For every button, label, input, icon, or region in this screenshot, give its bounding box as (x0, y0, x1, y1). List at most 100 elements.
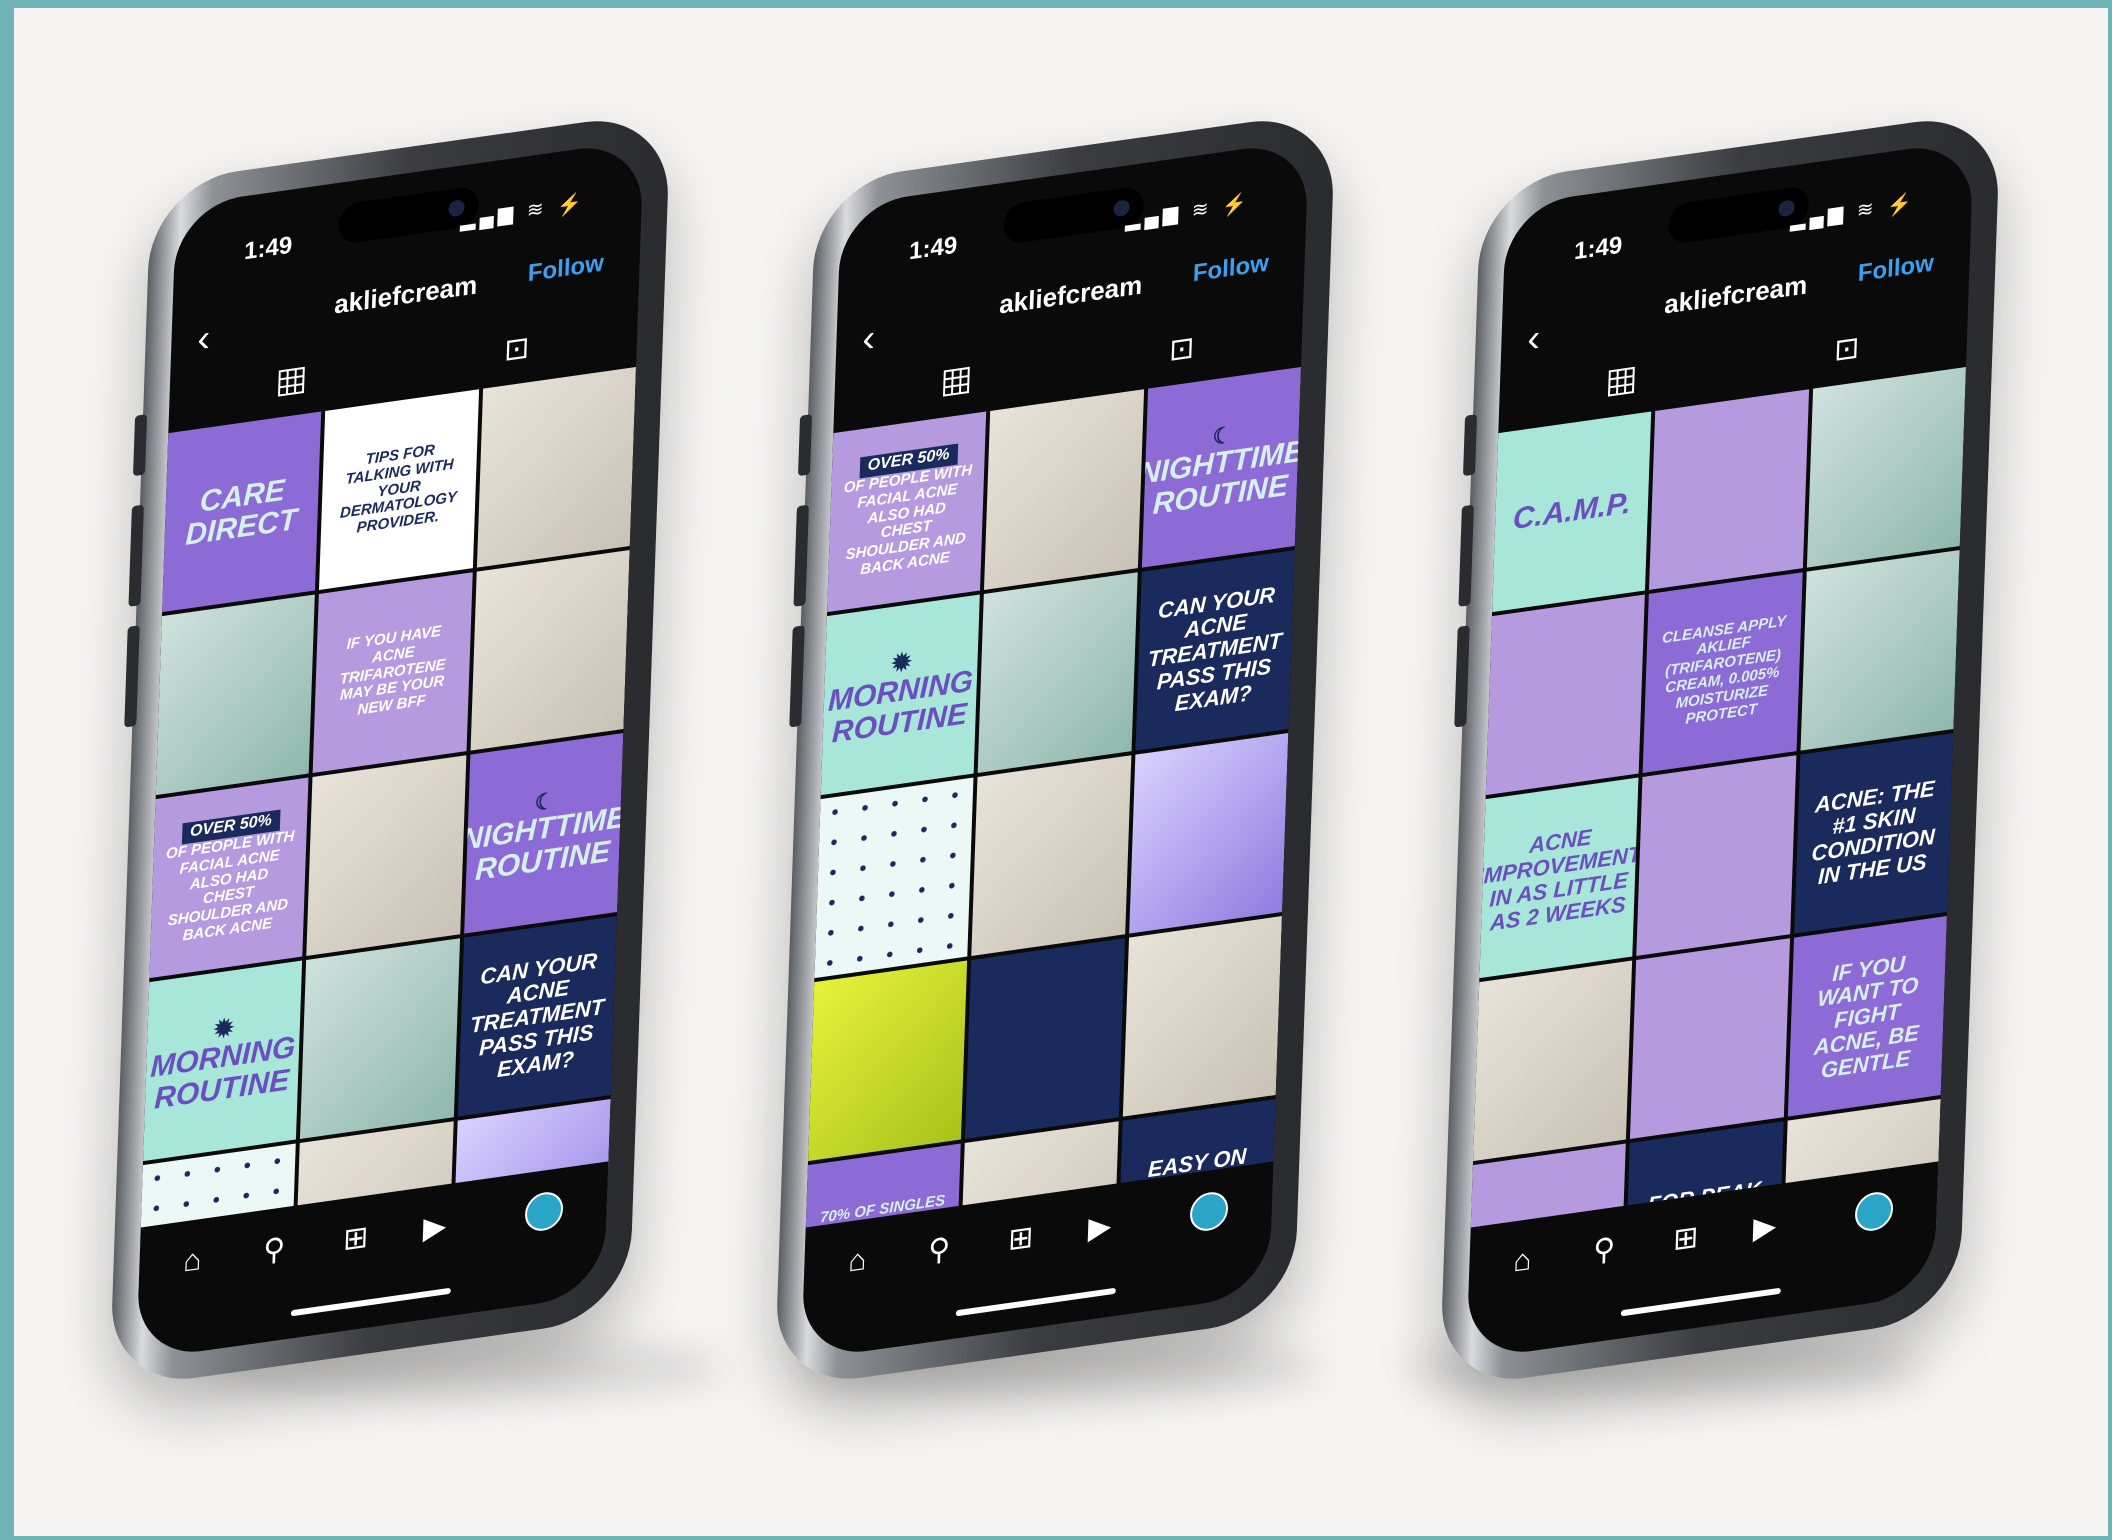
post-tile[interactable]: IF YOU HAVE ACNE TRIFAROTENE MAY BE YOUR… (312, 572, 473, 773)
phone-mockup: 1:49 ▂▄▆ ≋ ⚡ ‹ akliefcream Follow ⊡ C.A.M.P. CL… (1439, 109, 2001, 1391)
post-tile[interactable] (306, 755, 467, 956)
post-tile[interactable]: ACNE IMPROVEMENT IN AS LITTLE AS 2 WEEKS (1479, 777, 1639, 979)
phone-screen: 1:49 ▂▄▆ ≋ ⚡ ‹ akliefcream Follow ⊡ OVER 50% OF… (801, 139, 1309, 1361)
status-time: 1:49 (243, 231, 293, 266)
search-icon[interactable]: ⚲ (928, 1231, 951, 1269)
search-icon[interactable]: ⚲ (1593, 1231, 1616, 1269)
phone-screen: 1:49 ▂▄▆ ≋ ⚡ ‹ akliefcream Follow ⊡ C.A.M.P. CL… (1466, 139, 1974, 1361)
mute-switch (797, 414, 813, 477)
post-tile[interactable] (1800, 550, 1960, 751)
tile-caption: C.A.M.P. (1512, 486, 1632, 537)
tile-caption: ACNE: THE #1 SKIN CONDITION IN THE US (1811, 776, 1936, 890)
profile-avatar[interactable] (524, 1189, 564, 1234)
mute-switch (132, 414, 148, 477)
tile-caption: CAN YOUR ACNE TREATMENT PASS THIS EXAM? (469, 947, 605, 1082)
phone-mockup: 1:49 ▂▄▆ ≋ ⚡ ‹ akliefcream Follow ⊡ OVER 50% OF… (774, 109, 1336, 1391)
home-icon[interactable]: ⌂ (1513, 1243, 1532, 1280)
post-tile[interactable]: C.A.M.P. (1492, 411, 1652, 613)
tile-caption: CAN YOUR ACNE TREATMENT PASS THIS EXAM? (1147, 581, 1283, 716)
post-tile[interactable]: TIPS FOR TALKING WITH YOUR DERMATOLOGY P… (319, 389, 479, 590)
post-tile[interactable] (1128, 733, 1289, 934)
device: 1:49 ▂▄▆ ≋ ⚡ ‹ akliefcream Follow ⊡ CARE DIREC… (109, 109, 671, 1391)
phone-screen: 1:49 ▂▄▆ ≋ ⚡ ‹ akliefcream Follow ⊡ CARE DIREC… (136, 139, 644, 1361)
battery-icon: ⚡ (556, 191, 587, 219)
tile-caption: IF YOU WANT TO FIGHT ACNE, BE GENTLE (1813, 950, 1920, 1083)
device: 1:49 ▂▄▆ ≋ ⚡ ‹ akliefcream Follow ⊡ C.A.M.P. CL… (1439, 109, 2001, 1391)
battery-icon: ⚡ (1886, 191, 1917, 219)
post-tile[interactable]: CARE DIRECT (162, 411, 322, 613)
tile-caption: OF PEOPLE WITH FACIAL ACNE ALSO HAD CHES… (843, 461, 973, 579)
dynamic-island (1667, 185, 1810, 246)
post-tile[interactable]: ☾ NIGHTTIME ROUTINE (1141, 367, 1301, 568)
signal-icon: ▂▄▆ (1789, 201, 1848, 232)
post-tile[interactable]: ☾ NIGHTTIME ROUTINE (463, 733, 624, 934)
signal-icon: ▂▄▆ (459, 201, 518, 232)
home-icon[interactable]: ⌂ (848, 1243, 867, 1280)
post-tile[interactable] (1630, 938, 1790, 1139)
status-time: 1:49 (908, 231, 958, 266)
tile-caption: ACNE IMPROVEMENT IN AS LITTLE AS 2 WEEKS (1479, 824, 1639, 936)
post-tile[interactable] (977, 572, 1138, 773)
search-icon[interactable]: ⚲ (263, 1231, 286, 1269)
signal-icon: ▂▄▆ (1124, 201, 1183, 232)
post-tile[interactable]: ✹ MORNING ROUTINE (143, 960, 303, 1162)
phone-mockup: 1:49 ▂▄▆ ≋ ⚡ ‹ akliefcream Follow ⊡ CARE DIREC… (109, 109, 671, 1391)
home-icon[interactable]: ⌂ (183, 1243, 202, 1280)
status-icons: ▂▄▆ ≋ ⚡ (460, 190, 587, 233)
wifi-icon: ≋ (526, 197, 548, 223)
grid-tab-icon[interactable] (277, 366, 306, 398)
post-tile[interactable]: ACNE: THE #1 SKIN CONDITION IN THE US (1793, 733, 1954, 934)
tagged-tab-icon[interactable]: ⊡ (504, 330, 530, 369)
post-tile[interactable]: CLEANSE APPLY AKLIEF (TRIFAROTENE) CREAM… (1642, 572, 1803, 773)
tagged-tab-icon[interactable]: ⊡ (1169, 330, 1195, 369)
device: 1:49 ▂▄▆ ≋ ⚡ ‹ akliefcream Follow ⊡ OVER 50% OF… (774, 109, 1336, 1391)
post-tile[interactable] (984, 389, 1144, 590)
reels-icon[interactable]: ▶ (1752, 1208, 1777, 1246)
reels-icon[interactable]: ▶ (1087, 1208, 1112, 1246)
post-tile[interactable]: CAN YOUR ACNE TREATMENT PASS THIS EXAM? (457, 916, 617, 1117)
home-indicator (1620, 1287, 1781, 1317)
reels-icon[interactable]: ▶ (422, 1208, 447, 1246)
post-tile[interactable] (965, 938, 1125, 1139)
post-tile[interactable] (1473, 960, 1633, 1162)
tile-caption: IF YOU HAVE ACNE TRIFAROTENE MAY BE YOUR… (339, 622, 446, 719)
wifi-icon: ≋ (1856, 197, 1878, 223)
post-tile[interactable]: CAN YOUR ACNE TREATMENT PASS THIS EXAM? (1135, 550, 1295, 751)
profile-avatar[interactable] (1189, 1189, 1229, 1234)
post-tile[interactable] (476, 367, 636, 568)
tile-caption: TIPS FOR TALKING WITH YOUR DERMATOLOGY P… (339, 441, 458, 537)
post-tile[interactable]: ✹ MORNING ROUTINE (820, 594, 981, 796)
post-tile[interactable] (1485, 594, 1646, 796)
home-indicator (290, 1287, 451, 1317)
status-icons: ▂▄▆ ≋ ⚡ (1790, 190, 1917, 233)
post-tile[interactable] (808, 960, 968, 1162)
battery-icon: ⚡ (1221, 191, 1252, 219)
post-tile[interactable] (1649, 389, 1809, 590)
tile-caption: CARE DIRECT (184, 473, 298, 552)
grid-tab-icon[interactable] (942, 366, 971, 398)
grid-tab-icon[interactable] (1607, 366, 1636, 398)
add-post-icon[interactable]: ⊞ (1008, 1219, 1034, 1258)
post-tile[interactable] (300, 938, 460, 1139)
post-tile[interactable] (971, 755, 1132, 956)
post-tile[interactable] (470, 550, 630, 751)
post-tile[interactable] (1806, 367, 1966, 568)
post-tile[interactable] (1122, 916, 1282, 1117)
profile-avatar[interactable] (1854, 1189, 1894, 1234)
post-tile[interactable]: OVER 50% OF PEOPLE WITH FACIAL ACNE ALSO … (149, 777, 309, 979)
dynamic-island (337, 185, 480, 246)
tagged-tab-icon[interactable]: ⊡ (1834, 330, 1860, 369)
post-tile[interactable] (1636, 755, 1797, 956)
status-time: 1:49 (1573, 231, 1623, 266)
home-indicator (955, 1287, 1116, 1317)
tile-caption: CLEANSE APPLY AKLIEF (TRIFAROTENE) CREAM… (1661, 612, 1787, 728)
add-post-icon[interactable]: ⊞ (343, 1219, 369, 1258)
post-tile[interactable] (155, 594, 316, 796)
add-post-icon[interactable]: ⊞ (1673, 1219, 1699, 1258)
status-icons: ▂▄▆ ≋ ⚡ (1125, 190, 1252, 233)
tile-caption: OF PEOPLE WITH FACIAL ACNE ALSO HAD CHES… (165, 827, 295, 945)
post-tile[interactable] (814, 777, 974, 979)
post-tile[interactable]: OVER 50% OF PEOPLE WITH FACIAL ACNE ALSO … (827, 411, 987, 613)
post-tile[interactable]: IF YOU WANT TO FIGHT ACNE, BE GENTLE (1787, 916, 1947, 1117)
wifi-icon: ≋ (1191, 197, 1213, 223)
